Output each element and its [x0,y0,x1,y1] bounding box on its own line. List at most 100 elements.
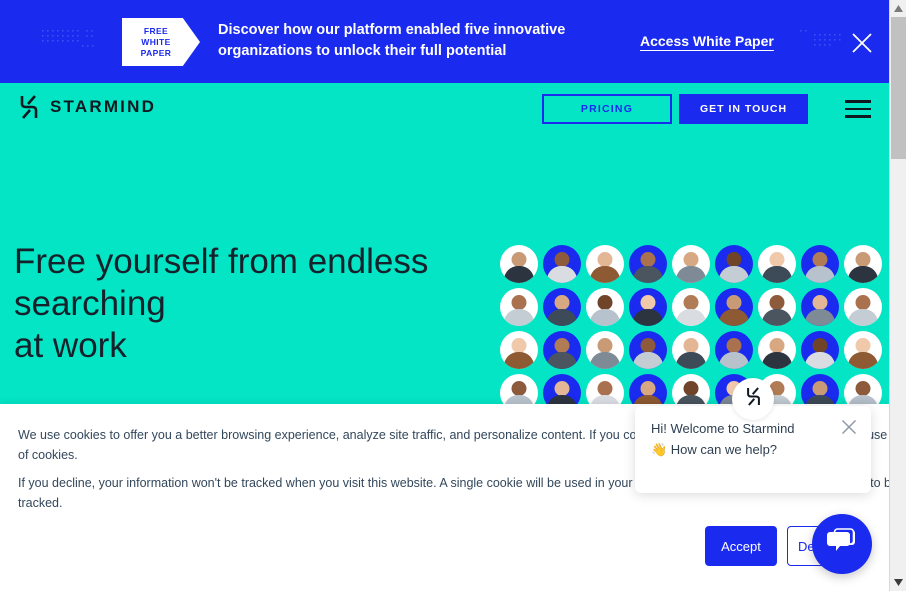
nav-actions: PRICING GET IN TOUCH [542,94,808,124]
avatar-body [547,352,577,369]
avatar [844,288,882,326]
avatar-head [812,295,828,311]
avatar-head [812,381,828,397]
avatar-head [683,381,699,397]
avatar-body [547,266,577,283]
avatar-head [855,252,871,268]
get-in-touch-button[interactable]: GET IN TOUCH [679,94,808,124]
scroll-down-arrow-icon[interactable] [890,574,906,591]
hero-title-line-1: Free yourself from endless [14,242,429,281]
avatar-body [762,352,792,369]
scroll-up-arrow-icon[interactable] [890,0,906,17]
avatar-head [511,295,527,311]
avatar-body [719,309,749,326]
avatar-head [769,295,785,311]
scrollbar-thumb[interactable] [891,17,906,159]
avatar [801,331,839,369]
badge-line-3: PAPER [140,47,172,58]
hamburger-menu-icon[interactable] [845,100,871,118]
chat-avatar [732,378,774,420]
avatar [672,245,710,283]
access-white-paper-link[interactable]: Access White Paper [640,33,774,49]
vertical-scrollbar[interactable] [889,0,906,591]
badge-line-1: FREE [143,25,169,36]
avatar [500,331,538,369]
chat-greeting-line-2: 👋 How can we help? [651,442,778,457]
avatar-head [855,295,871,311]
hamburger-line-3 [845,115,871,118]
avatar-head [726,295,742,311]
avatar-body [805,352,835,369]
avatar [586,331,624,369]
avatar-body [590,352,620,369]
browser-page: FREE WHITE PAPER Discover how our platfo… [0,0,906,591]
avatar-head [855,338,871,354]
avatar [500,245,538,283]
avatar-body [590,309,620,326]
chat-launcher-button[interactable] [812,514,872,574]
promo-headline: Discover how our platform enabled five i… [218,22,566,59]
avatar-head [597,338,613,354]
avatar [844,331,882,369]
avatar-body [848,309,878,326]
avatar-body [547,309,577,326]
avatar-head [554,338,570,354]
avatar-body [590,266,620,283]
avatar-body [762,309,792,326]
avatar-head [597,295,613,311]
avatar-body [676,352,706,369]
avatar [543,331,581,369]
avatar-head [554,381,570,397]
avatar [758,288,796,326]
avatar-head [683,252,699,268]
hero-title-line-2: searching [14,284,166,323]
avatar [500,288,538,326]
page-viewport: FREE WHITE PAPER Discover how our platfo… [0,0,889,591]
pricing-button[interactable]: PRICING [542,94,672,124]
close-icon[interactable] [850,31,874,55]
avatar [543,288,581,326]
accept-cookies-button[interactable]: Accept [705,526,777,566]
avatar-head [683,338,699,354]
avatar-body [848,352,878,369]
avatar [629,288,667,326]
chat-greeting-line-1: Hi! Welcome to Starmind [651,421,795,436]
avatar-head [855,381,871,397]
hero-title-line-3: at work [14,326,127,365]
avatar-body [633,266,663,283]
avatar-head [511,252,527,268]
avatar [801,288,839,326]
avatar-body [504,309,534,326]
avatar-row [500,331,889,369]
avatar [543,245,581,283]
avatar-head [554,295,570,311]
avatar-body [633,309,663,326]
avatar-head [511,381,527,397]
avatar-head [812,338,828,354]
avatar-body [676,309,706,326]
starmind-logo-icon [745,386,762,412]
avatar-head [683,295,699,311]
avatar [629,331,667,369]
avatar-head [640,381,656,397]
avatar-head [812,252,828,268]
avatar [672,331,710,369]
avatar-head [511,338,527,354]
avatar [801,245,839,283]
avatar-body [848,266,878,283]
avatar-head [640,252,656,268]
avatar [758,245,796,283]
avatar-body [805,309,835,326]
hamburger-line-1 [845,100,871,103]
avatar-head [554,252,570,268]
starmind-logo[interactable]: STARMIND [18,94,156,120]
avatar [715,245,753,283]
avatar [715,288,753,326]
avatar-body [805,266,835,283]
hamburger-line-2 [845,107,871,111]
close-icon[interactable] [840,418,858,436]
avatar-head [769,252,785,268]
avatar-body [504,352,534,369]
avatar-row [500,288,889,326]
avatar [672,288,710,326]
